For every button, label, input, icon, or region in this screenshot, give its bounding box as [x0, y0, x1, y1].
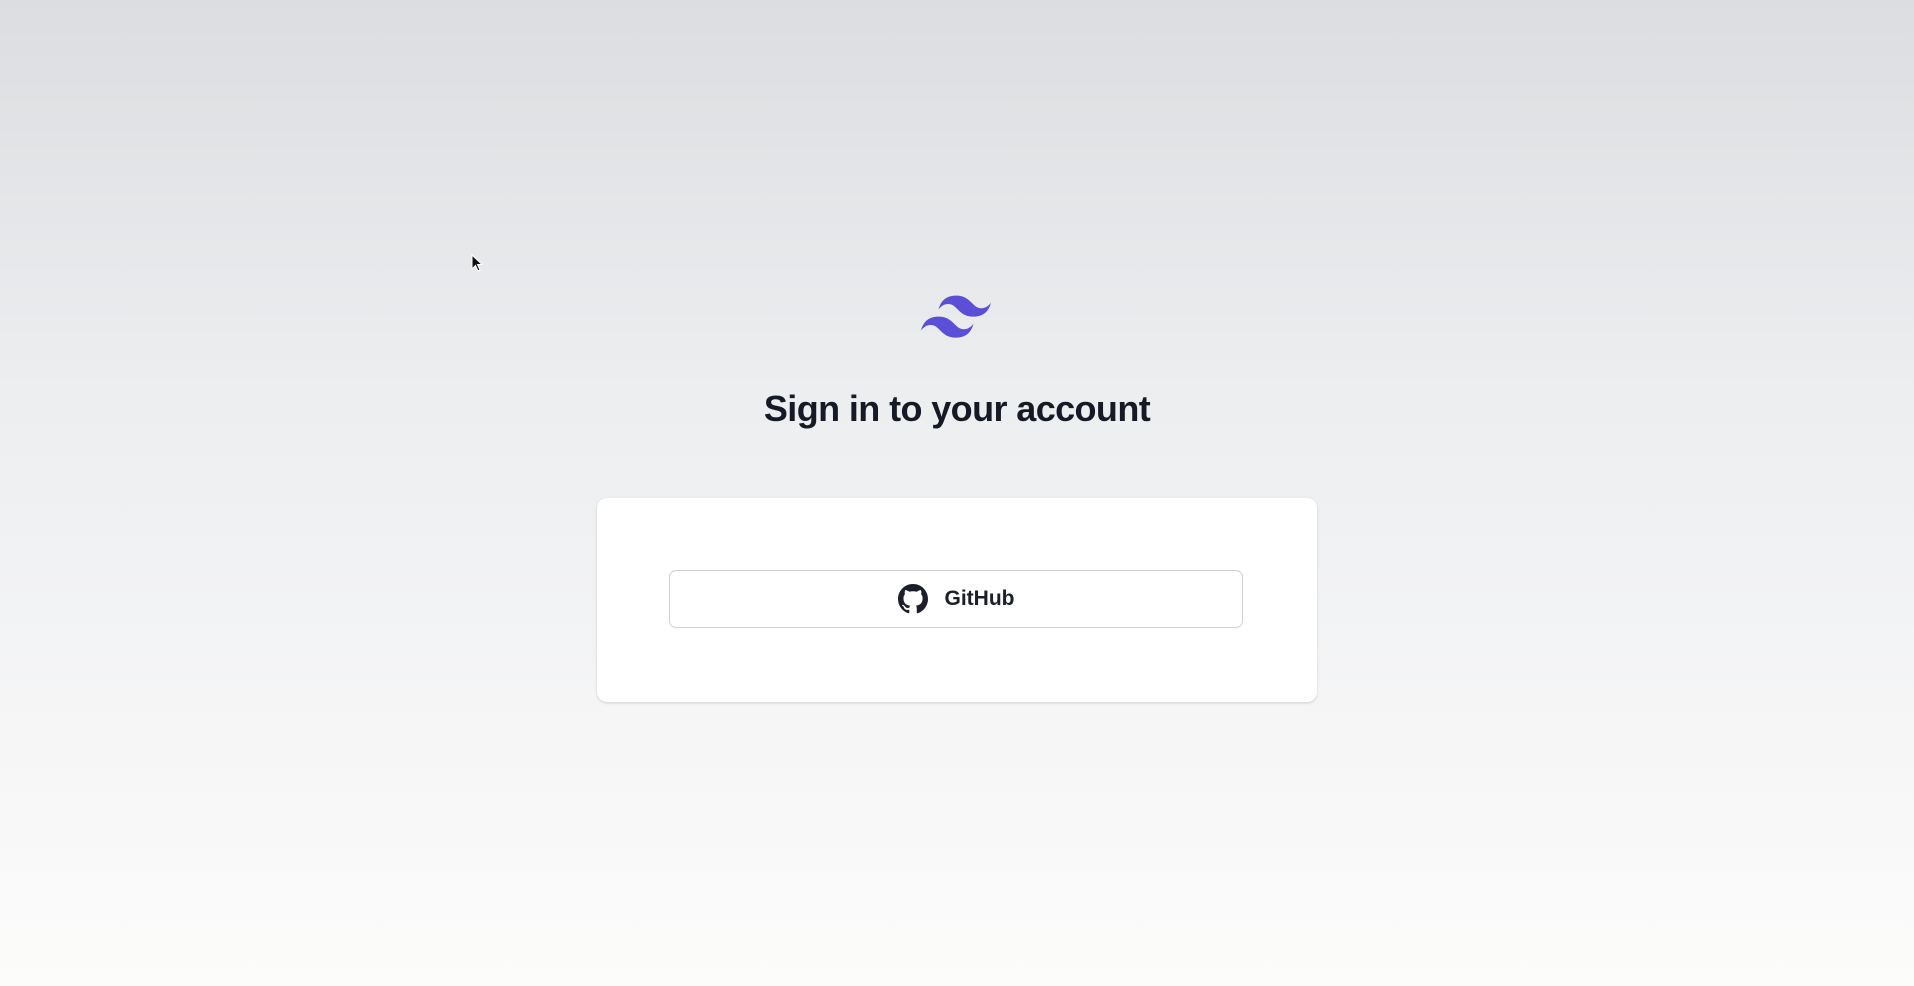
github-sign-in-button[interactable]: GitHub: [669, 570, 1243, 628]
page-title: Sign in to your account: [763, 388, 1151, 429]
github-icon: [897, 584, 928, 614]
sign-in-card: GitHub: [597, 498, 1317, 702]
github-button-label: GitHub: [944, 587, 1015, 610]
tailwind-logo-icon: [921, 295, 991, 338]
mouse-cursor-icon: [471, 254, 483, 272]
